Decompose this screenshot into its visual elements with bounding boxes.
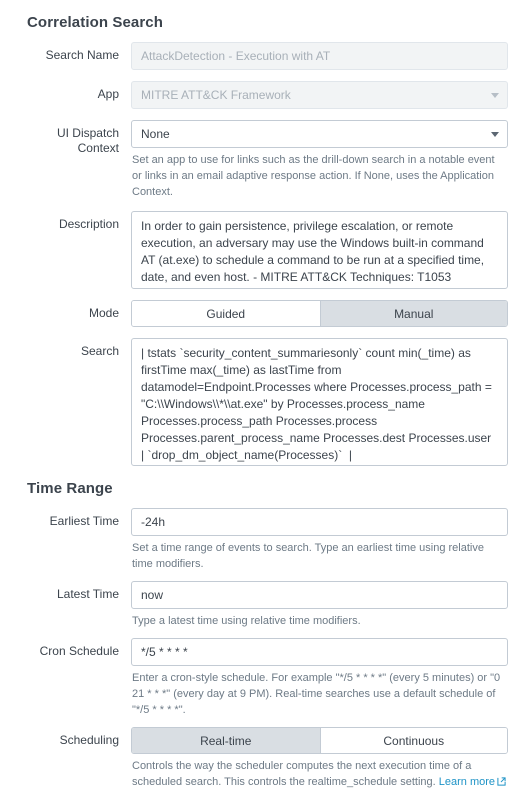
scheduling-toggle-group: Real-time Continuous: [131, 727, 508, 754]
field-row-search-name: Search Name AttackDetection - Execution …: [20, 42, 508, 70]
scheduling-toggle-continuous[interactable]: Continuous: [319, 728, 507, 753]
mode-toggle-group: Guided Manual: [131, 300, 508, 327]
ui-dispatch-context-label-line1: UI Dispatch: [56, 126, 119, 140]
search-query-textarea[interactable]: | tstats `security_content_summariesonly…: [131, 338, 508, 466]
earliest-time-help: Set a time range of events to search. Ty…: [132, 542, 484, 570]
description-label: Description: [58, 217, 119, 231]
search-label: Search: [80, 344, 119, 358]
cron-schedule-input[interactable]: */5 * * * *: [131, 638, 508, 666]
cron-schedule-control: */5 * * * * Enter a cron-style schedule.…: [131, 638, 508, 718]
earliest-time-control: -24h Set a time range of events to searc…: [131, 508, 508, 572]
ui-dispatch-context-label: UI Dispatch Context: [20, 120, 131, 156]
field-row-mode: Mode Guided Manual: [20, 300, 508, 327]
earliest-time-label: Earliest Time: [49, 514, 119, 528]
cron-schedule-help: Enter a cron-style schedule. For example…: [132, 672, 501, 716]
latest-time-control: now Type a latest time using relative ti…: [131, 581, 508, 629]
earliest-time-input[interactable]: -24h: [131, 508, 508, 536]
description-control: In order to gain persistence, privilege …: [131, 211, 508, 289]
scheduling-control: Real-time Continuous Controls the way th…: [131, 727, 508, 791]
field-row-cron-schedule: Cron Schedule */5 * * * * Enter a cron-s…: [20, 638, 508, 718]
scheduling-toggle-real-time[interactable]: Real-time: [132, 728, 320, 753]
field-row-ui-dispatch-context: UI Dispatch Context None Set an app to u…: [20, 120, 508, 200]
app-select-value: MITRE ATT&CK Framework: [131, 81, 508, 109]
field-row-latest-time: Latest Time now Type a latest time using…: [20, 581, 508, 629]
mode-toggle-guided[interactable]: Guided: [132, 301, 320, 326]
field-row-scheduling: Scheduling Real-time Continuous Controls…: [20, 727, 508, 791]
mode-control: Guided Manual: [131, 300, 508, 327]
field-row-earliest-time: Earliest Time -24h Set a time range of e…: [20, 508, 508, 572]
search-name-label: Search Name: [45, 48, 119, 62]
mode-label: Mode: [88, 306, 119, 320]
search-name-input[interactable]: AttackDetection - Execution with AT: [131, 42, 508, 70]
ui-dispatch-context-control: None Set an app to use for links such as…: [131, 120, 508, 200]
time-range-section-title: Time Range: [27, 480, 113, 497]
correlation-search-section-title: Correlation Search: [27, 14, 164, 31]
cron-schedule-label: Cron Schedule: [39, 644, 119, 658]
description-textarea[interactable]: In order to gain persistence, privilege …: [131, 211, 508, 289]
app-select[interactable]: MITRE ATT&CK Framework: [131, 81, 508, 109]
field-row-search: Search | tstats `security_content_summar…: [20, 338, 508, 466]
mode-toggle-manual[interactable]: Manual: [319, 301, 507, 326]
ui-dispatch-context-select-value: None: [131, 120, 508, 148]
ui-dispatch-context-select[interactable]: None: [131, 120, 508, 148]
latest-time-label: Latest Time: [56, 587, 119, 601]
app-label: App: [97, 87, 119, 101]
latest-time-help: Type a latest time using relative time m…: [132, 615, 361, 627]
search-name-control: AttackDetection - Execution with AT: [131, 42, 508, 70]
field-row-app: App MITRE ATT&CK Framework: [20, 81, 508, 109]
ui-dispatch-context-label-line2: Context: [77, 141, 119, 155]
latest-time-input[interactable]: now: [131, 581, 508, 609]
scheduling-label: Scheduling: [59, 733, 119, 747]
external-link-icon: [497, 775, 506, 791]
scheduling-help-text: Controls the way the scheduler computes …: [132, 760, 472, 788]
app-control: MITRE ATT&CK Framework: [131, 81, 508, 109]
scheduling-learn-more-link[interactable]: Learn more: [439, 776, 495, 788]
ui-dispatch-context-help: Set an app to use for links such as the …: [132, 154, 495, 198]
search-control: | tstats `security_content_summariesonly…: [131, 338, 508, 466]
field-row-description: Description In order to gain persistence…: [20, 211, 508, 289]
scheduling-help: Controls the way the scheduler computes …: [131, 754, 508, 791]
correlation-search-form: Correlation Search Search Name AttackDet…: [0, 0, 528, 791]
